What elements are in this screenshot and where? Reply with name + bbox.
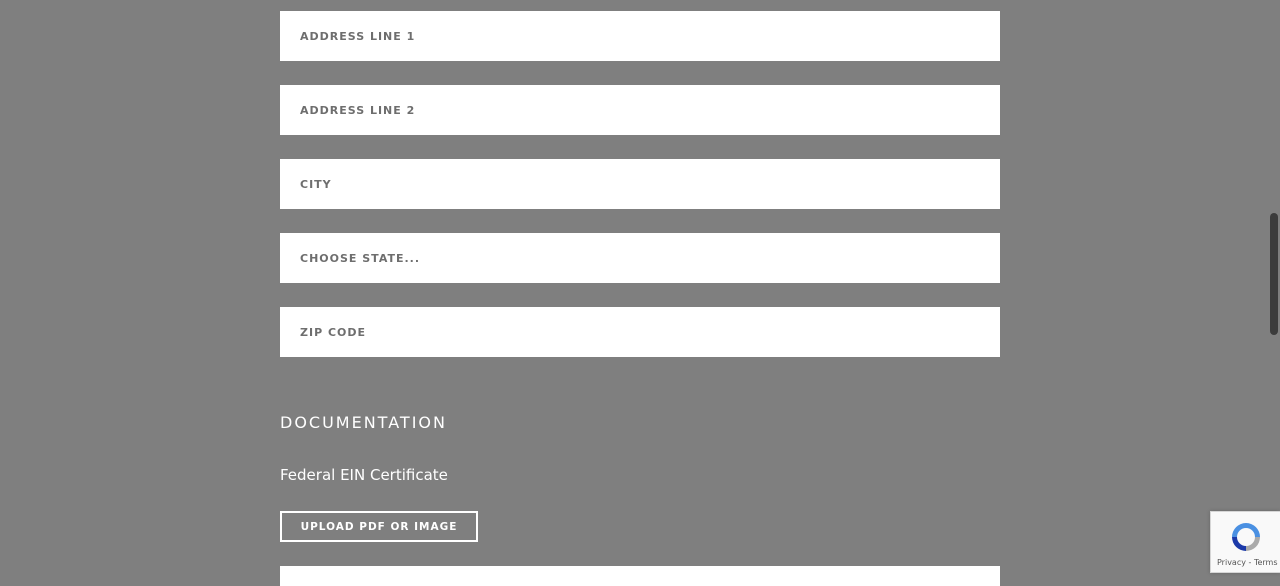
- city-placeholder: CITY: [300, 177, 332, 191]
- state-select[interactable]: CHOOSE STATE...: [280, 233, 1000, 283]
- address-line-1-placeholder: ADDRESS LINE 1: [300, 29, 416, 43]
- upload-pdf-button[interactable]: UPLOAD PDF OR IMAGE: [280, 511, 478, 542]
- next-field-partial[interactable]: [280, 566, 1000, 586]
- zip-code-placeholder: ZIP CODE: [300, 325, 367, 339]
- state-select-value: CHOOSE STATE...: [300, 251, 421, 265]
- scrollbar-thumb[interactable]: [1270, 213, 1278, 335]
- federal-ein-label: Federal EIN Certificate: [280, 466, 448, 484]
- city-input[interactable]: CITY: [280, 159, 1000, 209]
- recaptcha-icon: [1232, 523, 1260, 551]
- address-line-1-input[interactable]: ADDRESS LINE 1: [280, 11, 1000, 61]
- address-line-2-input[interactable]: ADDRESS LINE 2: [280, 85, 1000, 135]
- zip-code-input[interactable]: ZIP CODE: [280, 307, 1000, 357]
- page: ADDRESS LINE 1 ADDRESS LINE 2 CITY CHOOS…: [0, 0, 1280, 586]
- address-line-2-placeholder: ADDRESS LINE 2: [300, 103, 416, 117]
- documentation-heading: DOCUMENTATION: [280, 413, 447, 432]
- recaptcha-badge[interactable]: Privacy - Terms: [1210, 511, 1280, 573]
- recaptcha-privacy-terms-links[interactable]: Privacy - Terms: [1217, 558, 1278, 567]
